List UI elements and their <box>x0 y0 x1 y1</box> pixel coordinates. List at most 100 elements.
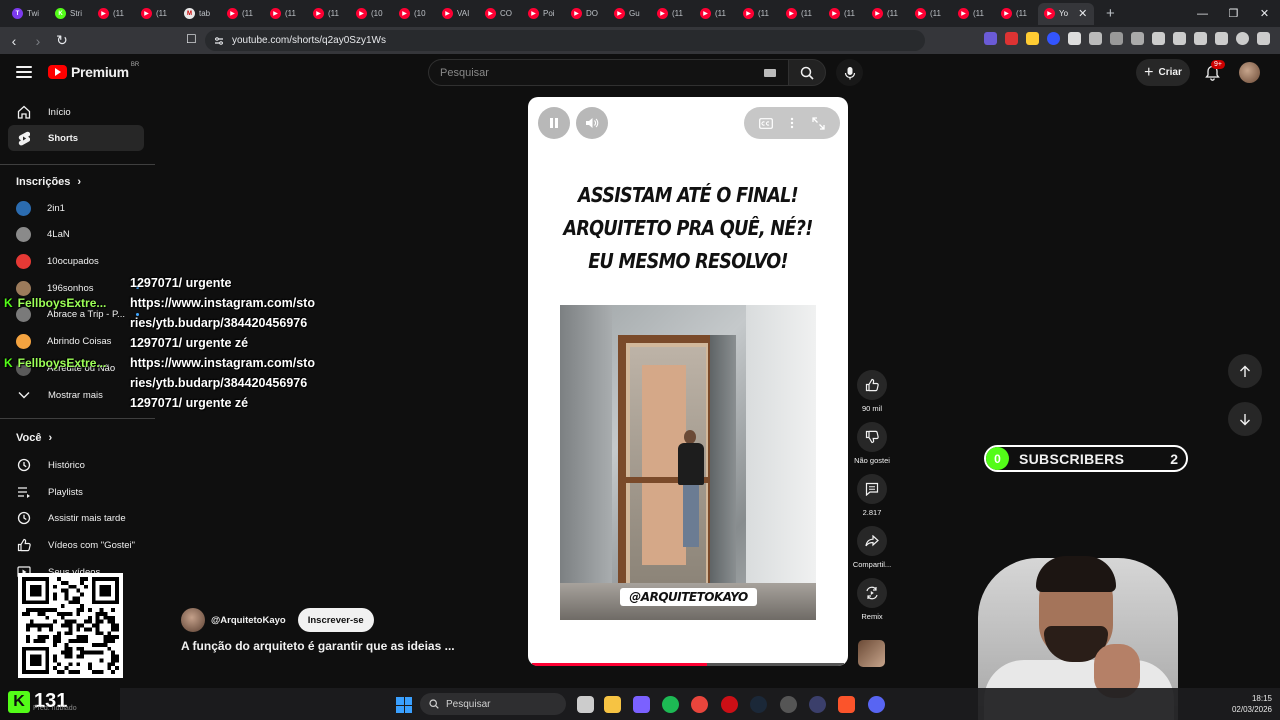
sidebar-item-watch-later[interactable]: Assistir mais tarde <box>8 505 144 531</box>
search-box[interactable] <box>428 59 788 86</box>
sidebar-item-home[interactable]: Início <box>8 99 144 125</box>
address-bar[interactable]: youtube.com/shorts/q2ay0Szy1Ws <box>205 30 925 51</box>
browser-tab[interactable]: ▶ (11 <box>780 3 823 25</box>
new-tab-button[interactable]: + <box>1106 5 1115 22</box>
bookmark-icon[interactable]: ☐ <box>186 32 197 46</box>
wallet-icon[interactable] <box>1194 32 1207 45</box>
windows-start-icon[interactable] <box>396 697 412 713</box>
browser-tab[interactable]: ▶ CO <box>479 3 522 25</box>
captions-icon[interactable] <box>758 117 773 129</box>
sidebar-channel[interactable]: Abrindo Coisas <box>8 329 144 355</box>
more-options-icon[interactable] <box>790 117 794 129</box>
channel-avatar[interactable] <box>181 608 205 632</box>
browser-tab[interactable]: ▶ (10 <box>350 3 393 25</box>
opera-icon[interactable] <box>721 696 738 713</box>
youtube-premium-logo[interactable]: Premium BR <box>48 62 141 80</box>
sidebar-item-liked-videos[interactable]: Vídeos com "Gostei" <box>8 532 144 558</box>
task-view-icon[interactable] <box>577 696 594 713</box>
expand-icon[interactable] <box>812 116 825 130</box>
search-input[interactable] <box>440 66 740 79</box>
browser-tab[interactable]: ▶ (11 <box>307 3 350 25</box>
keyboard-icon[interactable] <box>764 69 776 77</box>
extension-icon[interactable] <box>1068 32 1081 45</box>
puzzle-icon[interactable] <box>1110 32 1123 45</box>
progress-bar[interactable] <box>532 663 844 666</box>
voice-search-button[interactable] <box>836 59 863 86</box>
show-more-button[interactable]: Mostrar mais <box>8 382 144 408</box>
menu-icon[interactable] <box>16 66 32 78</box>
minimize-button[interactable]: — <box>1187 8 1218 20</box>
shield-icon[interactable] <box>1236 32 1249 45</box>
taskbar-search[interactable]: Pesquisar <box>420 693 566 715</box>
browser-tab[interactable]: ▶ (11 <box>92 3 135 25</box>
previous-short-button[interactable] <box>1228 354 1262 388</box>
music-icon[interactable] <box>1152 32 1165 45</box>
site-settings-icon[interactable] <box>214 36 224 46</box>
browser-tab[interactable]: ▶ (11 <box>995 3 1038 25</box>
comments-button[interactable]: 2.817 <box>852 474 892 517</box>
share-button[interactable]: Compartil... <box>852 526 892 569</box>
browser-tab[interactable]: ▶ Yo ✕ <box>1038 2 1094 25</box>
extension-icon[interactable] <box>1005 32 1018 45</box>
volume-button[interactable] <box>576 107 608 139</box>
extension-icon[interactable] <box>984 32 997 45</box>
sidebar-item-history[interactable]: Histórico <box>8 452 144 478</box>
browser-tab[interactable]: ▶ (11 <box>952 3 995 25</box>
maximize-button[interactable]: ❐ <box>1218 7 1249 20</box>
search-button[interactable] <box>788 59 826 86</box>
subscriptions-header[interactable]: Inscrições › <box>16 176 81 188</box>
browser-tab[interactable]: ▶ (10 <box>393 3 436 25</box>
sidebar-item-playlists[interactable]: Playlists <box>8 479 144 505</box>
back-button[interactable]: ‹ <box>4 33 24 49</box>
sound-thumbnail[interactable] <box>858 640 885 667</box>
leo-icon[interactable] <box>1215 32 1228 45</box>
discord-icon[interactable] <box>868 696 885 713</box>
browser-tab[interactable]: ▶ (11 <box>694 3 737 25</box>
browser-tab[interactable]: ▶ Poi <box>522 3 565 25</box>
steam-icon[interactable] <box>750 696 767 713</box>
app-icon[interactable] <box>780 696 797 713</box>
shorts-player[interactable]: ASSISTAM ATÉ O FINAL! ARQUITETO PRA QUÊ,… <box>528 97 848 666</box>
browser-tab[interactable]: Mtab <box>178 3 221 25</box>
sidebar-item-shorts[interactable]: Shorts <box>8 125 144 151</box>
sidebar-channel[interactable]: 2in1 <box>8 195 144 221</box>
close-window-button[interactable]: ✕ <box>1249 7 1280 20</box>
sidebar-icon[interactable] <box>1173 32 1186 45</box>
browser-tab[interactable]: ▶ (11 <box>823 3 866 25</box>
browser-tab[interactable]: ▶ (11 <box>737 3 780 25</box>
reload-button[interactable]: ↻ <box>52 32 72 49</box>
channel-name[interactable]: @ArquitetoKayo <box>211 615 286 626</box>
browser-tab[interactable]: ▶ (11 <box>651 3 694 25</box>
next-short-button[interactable] <box>1228 402 1262 436</box>
sidebar-channel[interactable]: 10ocupados <box>8 248 144 274</box>
browser-tab[interactable]: ▶ (11 <box>221 3 264 25</box>
extension-icon[interactable] <box>1047 32 1060 45</box>
brave-icon[interactable] <box>838 696 855 713</box>
spotify-icon[interactable] <box>662 696 679 713</box>
system-clock[interactable]: 18:15 02/03/2026 <box>1232 693 1272 715</box>
browser-tab[interactable]: ▶ DO <box>565 3 608 25</box>
dislike-button[interactable]: Não gostei <box>852 422 892 465</box>
forward-button[interactable]: › <box>28 33 48 49</box>
notifications-button[interactable]: 9+ <box>1201 60 1225 84</box>
like-button[interactable]: 90 mil <box>852 370 892 413</box>
create-button[interactable]: + Criar <box>1136 59 1190 86</box>
browser-tab[interactable]: ▶ (11 <box>866 3 909 25</box>
extension-icon[interactable] <box>1026 32 1039 45</box>
browser-tab[interactable]: ▶ (11 <box>264 3 307 25</box>
app-icon[interactable] <box>809 696 826 713</box>
browser-tab[interactable]: ▶ (11 <box>135 3 178 25</box>
file-explorer-icon[interactable] <box>604 696 621 713</box>
browser-tab[interactable]: ▶ Gu <box>608 3 651 25</box>
sidebar-channel[interactable]: 4LaN <box>8 222 144 248</box>
browser-tab[interactable]: ▶ VAI <box>436 3 479 25</box>
you-header[interactable]: Você › <box>16 432 52 444</box>
account-avatar[interactable] <box>1239 62 1260 83</box>
app-icon[interactable] <box>633 696 650 713</box>
remix-button[interactable]: Remix <box>852 578 892 621</box>
browser-tab[interactable]: K Stri <box>49 3 92 25</box>
extension-icon[interactable] <box>1089 32 1102 45</box>
subscribe-button[interactable]: Inscrever-se <box>297 608 374 632</box>
browser-tab[interactable]: T Twi <box>6 3 49 25</box>
tab-close-icon[interactable]: ✕ <box>1078 7 1087 20</box>
